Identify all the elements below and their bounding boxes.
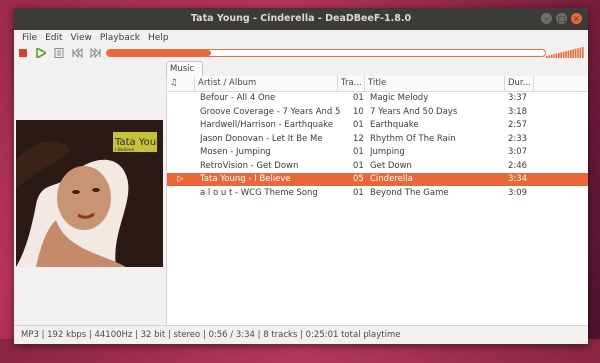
track-number-cell: 01: [353, 93, 363, 103]
previous-icon: [71, 48, 82, 58]
table-row[interactable]: Hardwell/Harrison - Earthquake 01 Earthqua…: [167, 119, 588, 132]
close-icon[interactable]: ×: [571, 13, 582, 24]
table-row[interactable]: Jason Donovan - Let It Be Me 12 Rhythm Of …: [167, 133, 588, 146]
menu-edit[interactable]: Edit: [41, 33, 66, 43]
window-title: Tata Young - Cinderella - DeaDBeeF-1.8.0: [190, 13, 412, 24]
column-playing[interactable]: ♫: [167, 76, 195, 91]
volume-level-bar: [558, 53, 560, 58]
volume-level-bar: [567, 50, 570, 58]
artist-album-cell: Groove Coverage - 7 Years And 5...: [200, 106, 340, 117]
title-bar[interactable]: Tata Young - Cinderella - DeaDBeeF-1.8.0…: [14, 8, 588, 30]
volume-level-bar: [572, 49, 574, 58]
duration-cell: 2:33: [508, 133, 528, 144]
table-row[interactable]: Befour - All 4 One 01 Magic Melody 3:37: [167, 92, 588, 105]
title-cell: Rhythm Of The Rain: [370, 133, 456, 144]
artist-album-cell: Jason Donovan - Let It Be Me: [200, 133, 323, 144]
table-row[interactable]: Mosen - Jumping 01 Jumping 3:07: [167, 146, 588, 159]
column-duration[interactable]: Dur...: [505, 76, 534, 91]
status-bar: MP3 | 192 kbps | 44100Hz | 32 bit | ster…: [14, 325, 588, 344]
next-icon: [90, 48, 101, 58]
album-cover: Tata Young I Believe: [16, 120, 163, 267]
table-row[interactable]: RetroVision - Get Down 01 Get Down 2:46: [167, 160, 588, 173]
play-icon: [36, 48, 46, 58]
track-number-cell: 01: [353, 147, 363, 157]
menu-help[interactable]: Help: [144, 33, 173, 43]
table-row[interactable]: Groove Coverage - 7 Years And 5... 10 7 Ye…: [167, 106, 588, 119]
duration-cell: 3:07: [508, 147, 528, 157]
track-number-cell: 01: [353, 187, 363, 198]
album-art-artist: Tata Young: [114, 137, 163, 148]
track-number-cell: 12: [353, 133, 363, 144]
playlist: ♫ Artist / Album Tra... Title Dur... Bef…: [166, 76, 588, 326]
title-cell: Cinderella: [370, 174, 413, 184]
artist-album-cell: Tata Young - I Believe: [200, 174, 291, 184]
album-art-pane: Tata Young I Believe: [14, 76, 166, 326]
track-number-cell: 05: [353, 174, 363, 184]
volume-level-bar: [579, 47, 582, 58]
menu-file[interactable]: File: [18, 33, 41, 43]
title-cell: Jumping: [370, 147, 405, 157]
volume-level-bar: [582, 47, 584, 58]
column-track[interactable]: Tra...: [338, 76, 365, 91]
playlist-header: ♫ Artist / Album Tra... Title Dur...: [167, 76, 588, 92]
tab-music[interactable]: Music: [166, 61, 203, 76]
title-cell: Earthquake: [370, 120, 419, 130]
menu-view[interactable]: View: [67, 33, 96, 43]
title-cell: Beyond The Game: [370, 187, 449, 198]
duration-cell: 2:57: [508, 120, 528, 130]
album-art-album: I Believe: [115, 147, 135, 153]
artist-album-cell: Befour - All 4 One: [200, 93, 276, 103]
volume-level-bar: [553, 54, 555, 58]
volume-level-bar: [560, 52, 562, 58]
duration-cell: 3:18: [508, 106, 528, 117]
play-button[interactable]: [35, 47, 47, 59]
volume-level-bar: [562, 51, 565, 58]
duration-cell: 3:34: [508, 174, 528, 184]
minimize-icon[interactable]: –: [541, 13, 552, 24]
table-row[interactable]: ▷ Tata Young - I Believe 05 Cinderella 3:34: [167, 173, 588, 186]
title-cell: 7 Years And 50 Days: [370, 106, 458, 117]
track-number-cell: 10: [353, 106, 363, 117]
menu-playback[interactable]: Playback: [96, 33, 144, 43]
artist-album-cell: Hardwell/Harrison - Earthquake: [200, 120, 334, 130]
maximize-icon[interactable]: □: [556, 13, 567, 24]
stop-button[interactable]: [17, 47, 29, 59]
track-number-cell: 01: [353, 120, 363, 130]
volume-level-bar: [546, 56, 548, 58]
volume-level-bar: [548, 55, 550, 58]
menu-bar: File Edit View Playback Help: [14, 30, 588, 45]
toolbar: [14, 45, 588, 61]
title-cell: Get Down: [370, 160, 412, 171]
volume-bar[interactable]: [546, 46, 584, 58]
stop-icon: [19, 49, 27, 57]
now-playing-icon: ▷: [177, 174, 184, 184]
pause-icon: [54, 48, 64, 58]
artist-album-cell: a l o u t - WCG Theme Song: [200, 187, 318, 198]
volume-level-bar: [577, 48, 579, 58]
seek-bar[interactable]: [106, 49, 546, 57]
app-window: Tata Young - Cinderella - DeaDBeeF-1.8.0…: [14, 8, 588, 344]
duration-cell: 3:37: [508, 93, 528, 103]
column-artist-album[interactable]: Artist / Album: [195, 76, 338, 91]
duration-cell: 3:09: [508, 187, 528, 198]
column-title[interactable]: Title: [365, 76, 505, 91]
duration-cell: 2:46: [508, 160, 528, 171]
volume-level-bar: [550, 54, 553, 58]
title-cell: Magic Melody: [370, 93, 429, 103]
volume-level-bar: [555, 53, 558, 58]
artist-album-cell: RetroVision - Get Down: [200, 160, 299, 171]
volume-level-bar: [574, 48, 577, 58]
previous-button[interactable]: [71, 47, 83, 59]
pause-button[interactable]: [53, 47, 65, 59]
seek-bar-fill: [107, 50, 212, 56]
track-number-cell: 01: [353, 160, 363, 171]
artist-album-cell: Mosen - Jumping: [200, 147, 271, 157]
next-button[interactable]: [89, 47, 101, 59]
table-row[interactable]: a l o u t - WCG Theme Song 01 Beyond The G…: [167, 187, 588, 200]
volume-level-bar: [570, 50, 572, 58]
volume-level-bar: [565, 51, 567, 58]
